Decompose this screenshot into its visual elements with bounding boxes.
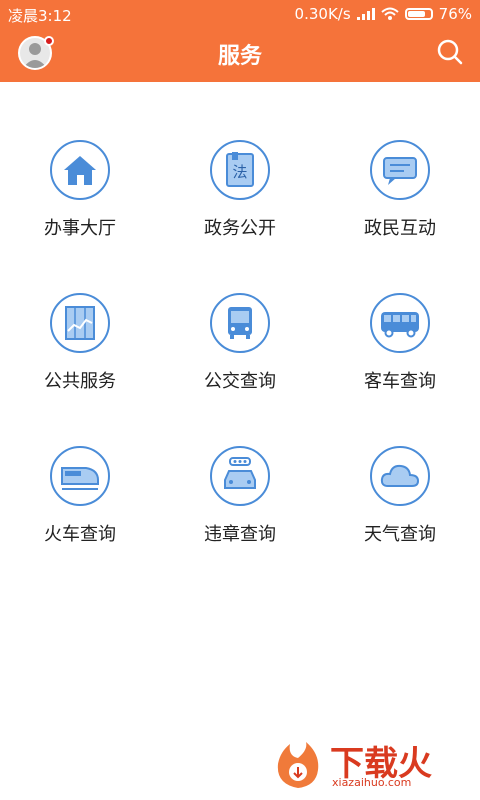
flame-logo-icon <box>277 742 319 788</box>
service-item-bus[interactable]: 公交查询 <box>160 235 320 392</box>
cloud-icon <box>370 446 430 506</box>
search-icon[interactable] <box>436 38 464 66</box>
service-item-train[interactable]: 火车查询 <box>0 388 160 545</box>
law-book-icon: 法 <box>210 140 270 200</box>
coach-icon <box>370 293 430 353</box>
watermark: 下载火 xiazaihuo.com <box>260 736 470 792</box>
train-icon <box>50 446 110 506</box>
page-title: 服务 <box>217 44 262 69</box>
chat-icon <box>370 140 430 200</box>
status-bar: 凌晨3:12 0.30K/s 76% <box>0 0 480 28</box>
service-item-coach[interactable]: 客车查询 <box>320 235 480 392</box>
svg-text:法: 法 <box>232 163 247 181</box>
wifi-icon <box>380 7 399 20</box>
service-item-gov-affairs[interactable]: 法 政务公开 <box>160 82 320 239</box>
service-label: 火车查询 <box>44 524 116 545</box>
service-label: 违章查询 <box>204 524 276 545</box>
car-icon <box>210 446 270 506</box>
service-item-hall[interactable]: 办事大厅 <box>0 82 160 239</box>
network-speed: 0.30K/s <box>294 5 351 23</box>
chart-icon <box>50 293 110 353</box>
watermark-url: xiazaihuo.com <box>332 776 412 789</box>
app-header: 服务 <box>0 28 480 82</box>
house-icon <box>50 140 110 200</box>
service-label: 天气查询 <box>364 524 436 545</box>
status-time: 凌晨3:12 <box>8 7 72 25</box>
service-item-interaction[interactable]: 政民互动 <box>320 82 480 239</box>
bus-icon <box>210 293 270 353</box>
service-item-violation[interactable]: 违章查询 <box>160 388 320 545</box>
battery-percent: 76% <box>438 5 472 23</box>
service-item-weather[interactable]: 天气查询 <box>320 388 480 545</box>
service-item-public[interactable]: 公共服务 <box>0 235 160 392</box>
signal-icon <box>356 8 375 20</box>
battery-icon <box>404 8 433 20</box>
